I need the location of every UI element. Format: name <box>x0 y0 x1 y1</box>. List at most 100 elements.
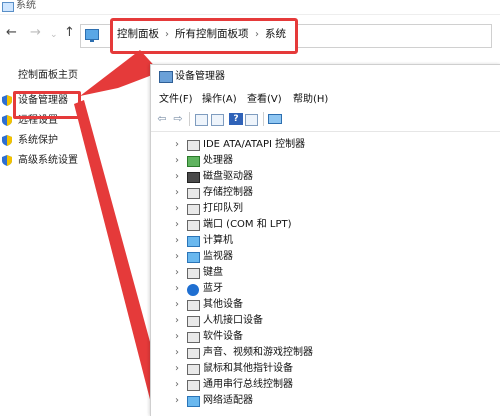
scan-hardware-icon[interactable] <box>268 114 282 124</box>
chevron-right-icon[interactable]: › <box>175 330 179 344</box>
tree-item-label: 磁盘驱动器 <box>203 171 253 182</box>
device-manager-highlight-box <box>13 91 81 119</box>
sidebar-item-advanced-settings[interactable]: 高级系统设置 <box>0 152 150 170</box>
tree-item-label: 软件设备 <box>203 331 243 342</box>
breadcrumb-control-panel[interactable]: 控制面板 <box>117 28 159 41</box>
window-title: 系统 <box>16 0 36 11</box>
tree-item-processor[interactable]: › 处理器 <box>151 153 500 169</box>
breadcrumb-all-items[interactable]: 所有控制面板项 <box>175 28 249 41</box>
tree-item-mice[interactable]: › 鼠标和其他指针设备 <box>151 361 500 377</box>
device-manager-icon <box>159 71 173 83</box>
other-devices-icon <box>187 300 200 311</box>
computer-icon <box>187 236 200 247</box>
chevron-right-icon[interactable]: › <box>175 202 179 216</box>
tree-item-label: 端口 (COM 和 LPT) <box>203 219 292 230</box>
chevron-right-icon[interactable]: › <box>175 218 179 232</box>
tree-item-other-devices[interactable]: › 其他设备 <box>151 297 500 313</box>
chevron-right-icon[interactable]: › <box>175 298 179 312</box>
menu-action[interactable]: 操作(A) <box>202 94 237 106</box>
storage-controller-icon <box>187 188 200 199</box>
tree-item-network-adapters[interactable]: › 网络适配器 <box>151 393 500 409</box>
show-hide-tree-icon[interactable] <box>211 114 224 126</box>
sidebar-item-system-protection[interactable]: 系统保护 <box>0 132 150 150</box>
chevron-right-icon[interactable]: › <box>175 234 179 248</box>
toolbar: ⇦ ⇨ ? <box>151 109 500 132</box>
breadcrumb: 控制面板 › 所有控制面板项 › 系统 <box>110 18 298 54</box>
chevron-right-icon[interactable]: › <box>175 362 179 376</box>
menu-file[interactable]: 文件(F) <box>159 94 193 106</box>
tree-item-storage-controllers[interactable]: › 存储控制器 <box>151 185 500 201</box>
menu-help[interactable]: 帮助(H) <box>293 94 328 106</box>
sound-icon <box>187 348 200 359</box>
system-icon <box>2 2 14 12</box>
tree-item-sound[interactable]: › 声音、视频和游戏控制器 <box>151 345 500 361</box>
update-driver-icon[interactable] <box>245 114 258 126</box>
tree-item-label: 监视器 <box>203 251 233 262</box>
toolbar-separator <box>263 112 264 126</box>
tree-item-label: 网络适配器 <box>203 395 253 406</box>
tree-item-label: 处理器 <box>203 155 233 166</box>
menu-view[interactable]: 查看(V) <box>247 94 282 106</box>
tree-item-usb[interactable]: › 通用串行总线控制器 <box>151 377 500 393</box>
tree-item-label: 计算机 <box>203 235 233 246</box>
shield-icon <box>2 115 12 126</box>
monitor-icon <box>187 252 200 263</box>
network-adapter-icon <box>187 396 200 407</box>
chevron-right-icon[interactable]: › <box>175 282 179 296</box>
properties-icon[interactable] <box>195 114 208 126</box>
tree-item-keyboards[interactable]: › 键盘 <box>151 265 500 281</box>
tree-item-disk-drives[interactable]: › 磁盘驱动器 <box>151 169 500 185</box>
breadcrumb-system[interactable]: 系统 <box>265 28 286 41</box>
chevron-right-icon[interactable]: › <box>175 394 179 408</box>
tree-item-label: 打印队列 <box>203 203 243 214</box>
tree-item-label: 声音、视频和游戏控制器 <box>203 347 313 358</box>
usb-icon <box>187 380 200 391</box>
tree-item-monitors[interactable]: › 监视器 <box>151 249 500 265</box>
software-device-icon <box>187 332 200 343</box>
tree-item-label: 通用串行总线控制器 <box>203 379 293 390</box>
menu-bar: 文件(F) 操作(A) 查看(V) 帮助(H) <box>151 91 500 109</box>
tree-item-label: 存储控制器 <box>203 187 253 198</box>
forward-button[interactable]: → <box>30 25 41 41</box>
toolbar-back-button[interactable]: ⇦ <box>155 113 169 125</box>
printer-icon <box>187 204 200 215</box>
shield-icon <box>2 155 12 166</box>
sidebar-item-label: 高级系统设置 <box>18 155 78 166</box>
chevron-right-icon[interactable]: › <box>175 138 179 152</box>
chevron-right-icon[interactable]: › <box>175 250 179 264</box>
toolbar-forward-button[interactable]: ⇨ <box>171 113 185 125</box>
chevron-right-icon[interactable]: › <box>175 266 179 280</box>
keyboard-icon <box>187 268 200 279</box>
recent-dropdown-button[interactable]: ⌄ <box>50 27 58 43</box>
help-icon[interactable]: ? <box>229 113 243 125</box>
toolbar-separator <box>189 112 190 126</box>
tree-item-label: 人机接口设备 <box>203 315 263 326</box>
chevron-right-icon[interactable]: › <box>175 378 179 392</box>
control-panel-home-link[interactable]: 控制面板主页 <box>18 66 78 81</box>
back-button[interactable]: ← <box>6 25 17 41</box>
mouse-icon <box>187 364 200 375</box>
tree-item-label: IDE ATA/ATAPI 控制器 <box>203 139 306 150</box>
up-button[interactable]: ↑ <box>64 25 75 41</box>
disk-drive-icon <box>187 172 200 183</box>
tree-item-computer[interactable]: › 计算机 <box>151 233 500 249</box>
tree-item-hid[interactable]: › 人机接口设备 <box>151 313 500 329</box>
chevron-right-icon[interactable]: › <box>175 186 179 200</box>
device-manager-title: 设备管理器 <box>175 71 225 82</box>
ide-controller-icon <box>187 140 200 151</box>
breadcrumb-separator: › <box>255 29 259 40</box>
chevron-right-icon[interactable]: › <box>175 170 179 184</box>
tree-item-software-devices[interactable]: › 软件设备 <box>151 329 500 345</box>
tree-item-ide[interactable]: › IDE ATA/ATAPI 控制器 <box>151 137 500 153</box>
tree-item-label: 其他设备 <box>203 299 243 310</box>
shield-icon <box>2 135 12 146</box>
sidebar-item-label: 系统保护 <box>18 135 58 146</box>
chevron-right-icon[interactable]: › <box>175 154 179 168</box>
tree-item-print-queues[interactable]: › 打印队列 <box>151 201 500 217</box>
chevron-right-icon[interactable]: › <box>175 314 179 328</box>
hid-icon <box>187 316 200 327</box>
tree-item-ports[interactable]: › 端口 (COM 和 LPT) <box>151 217 500 233</box>
tree-item-bluetooth[interactable]: › 蓝牙 <box>151 281 500 297</box>
chevron-right-icon[interactable]: › <box>175 346 179 360</box>
arrow-to-breadcrumb <box>80 50 160 96</box>
